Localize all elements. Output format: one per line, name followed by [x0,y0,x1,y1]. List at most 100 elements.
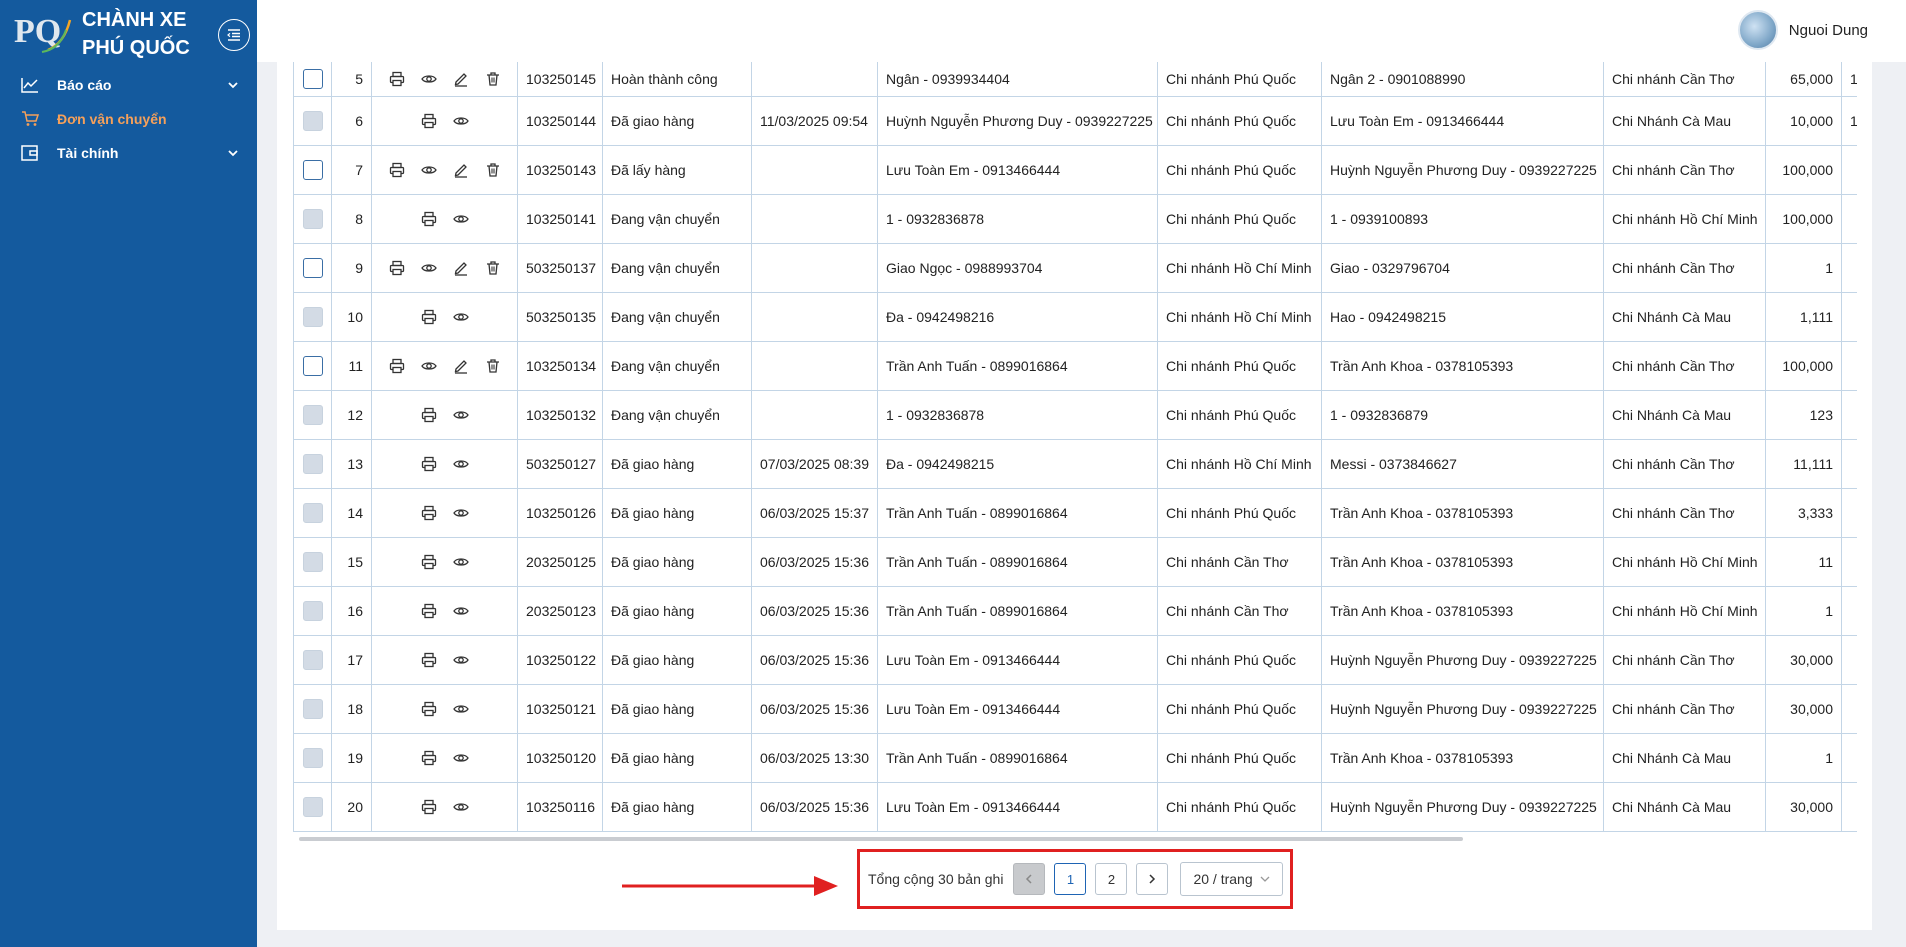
cell-code: 203250125 [517,537,603,587]
view-icon[interactable] [452,407,469,423]
row-checkbox[interactable] [302,68,323,89]
view-icon[interactable] [452,554,469,570]
table-row[interactable]: 18 103250121 Đã giao hàng 06/03/2025 15:36 L… [293,684,1857,734]
view-icon[interactable] [420,358,437,374]
cell-date [751,145,878,195]
print-icon[interactable] [389,260,405,276]
table-row[interactable]: 7 103250143 Đã lấy hàng Lưu Toàn Em - 09134… [293,145,1857,195]
page-2-button[interactable]: 2 [1095,863,1128,895]
print-icon[interactable] [421,456,437,472]
cell-amount: 1 [1765,733,1842,783]
delete-icon[interactable] [485,162,501,178]
table-row[interactable]: 14 103250126 Đã giao hàng 06/03/2025 15:37 T… [293,488,1857,538]
sidebar-item-bao-cao[interactable]: Báo cáo [0,68,257,102]
user-menu[interactable]: Nguoi Dung [1737,10,1868,50]
next-page-button[interactable] [1136,863,1169,895]
cell-select [293,341,332,391]
view-icon[interactable] [452,505,469,521]
view-icon[interactable] [452,456,469,472]
row-checkbox[interactable] [302,355,323,376]
cell-date: 11/03/2025 09:54 [751,96,878,146]
row-checkbox[interactable] [302,257,323,278]
view-icon[interactable] [452,750,469,766]
edit-icon[interactable] [453,260,469,276]
view-icon[interactable] [452,309,469,325]
cell-status: Đã giao hàng [602,96,752,146]
view-icon[interactable] [420,71,437,87]
cell-amount: 1,111 [1765,292,1842,342]
print-icon[interactable] [421,554,437,570]
cell-select [293,488,332,538]
row-checkbox[interactable] [302,159,323,180]
view-icon[interactable] [420,162,437,178]
table-row[interactable]: 5 103250145 Hoàn thành công Ngân - 09399344… [293,62,1857,97]
table-row[interactable]: 19 103250120 Đã giao hàng 06/03/2025 13:30 T… [293,733,1857,783]
view-icon[interactable] [452,603,469,619]
edit-icon[interactable] [453,71,469,87]
table-row[interactable]: 10 503250135 Đang vận chuyển Đa - 094249821… [293,292,1857,342]
delete-icon[interactable] [485,71,501,87]
cell-status: Đã lấy hàng [602,145,752,195]
table-row[interactable]: 8 103250141 Đang vận chuyển 1 - 0932836878 C… [293,194,1857,244]
table-row[interactable]: 6 103250144 Đã giao hàng 11/03/2025 09:54 Hu… [293,96,1857,146]
print-icon[interactable] [421,701,437,717]
edit-icon[interactable] [453,162,469,178]
view-icon[interactable] [420,260,437,276]
table-row[interactable]: 20 103250116 Đã giao hàng 06/03/2025 15:36 L… [293,782,1857,832]
print-icon[interactable] [421,799,437,815]
cell-index: 5 [331,62,372,97]
sidebar-item-don-van-chuyen[interactable]: Đơn vận chuyển [0,102,257,136]
edit-icon[interactable] [453,358,469,374]
cell-receiver: 1 - 0939100893 [1321,194,1604,244]
print-icon[interactable] [389,71,405,87]
horizontal-scrollbar[interactable] [299,837,1463,841]
view-icon[interactable] [452,652,469,668]
print-icon[interactable] [421,505,437,521]
collapse-menu-button[interactable] [218,19,250,51]
delete-icon[interactable] [485,358,501,374]
table-row[interactable]: 16 203250123 Đã giao hàng 06/03/2025 15:36 T… [293,586,1857,636]
print-icon[interactable] [389,358,405,374]
table-row[interactable]: 11 103250134 Đang vận chuyển Trần Anh Tuấn … [293,341,1857,391]
cell-select [293,194,332,244]
chevron-down-icon [228,150,238,157]
table-row[interactable]: 13 503250127 Đã giao hàng 07/03/2025 08:39 Đ… [293,439,1857,489]
print-icon[interactable] [421,309,437,325]
view-icon[interactable] [452,701,469,717]
orders-table[interactable]: 5 103250145 Hoàn thành công Ngân - 09399344… [293,62,1857,848]
cell-receiver: 1 - 0932836879 [1321,390,1604,440]
cell-amount: 1 [1765,586,1842,636]
print-icon[interactable] [421,750,437,766]
cell-index: 12 [331,390,372,440]
cell-code: 103250132 [517,390,603,440]
cell-status: Đang vận chuyển [602,341,752,391]
cell-to-branch: Chi Nhánh Cà Mau [1603,96,1766,146]
top-header: Nguoi Dung [257,0,1906,62]
table-row[interactable]: 9 503250137 Đang vận chuyển Giao Ngọc - 098… [293,243,1857,293]
cell-to-branch: Chi nhánh Cần Thơ [1603,145,1766,195]
cell-amount: 1 [1765,243,1842,293]
cell-actions [371,439,518,489]
print-icon[interactable] [421,211,437,227]
cell-date: 06/03/2025 15:36 [751,684,878,734]
view-icon[interactable] [452,799,469,815]
print-icon[interactable] [421,652,437,668]
delete-icon[interactable] [485,260,501,276]
cell-code: 503250135 [517,292,603,342]
print-icon[interactable] [421,603,437,619]
sidebar-item-tai-chinh[interactable]: Tài chính [0,136,257,170]
table-row[interactable]: 15 203250125 Đã giao hàng 06/03/2025 15:36 T… [293,537,1857,587]
view-icon[interactable] [452,113,469,129]
cell-extra [1841,537,1857,587]
prev-page-button[interactable] [1013,863,1046,895]
print-icon[interactable] [421,407,437,423]
table-row[interactable]: 12 103250132 Đang vận chuyển 1 - 0932836878… [293,390,1857,440]
page-1-button[interactable]: 1 [1054,863,1087,895]
print-icon[interactable] [389,162,405,178]
print-icon[interactable] [421,113,437,129]
table-row[interactable]: 17 103250122 Đã giao hàng 06/03/2025 15:36 L… [293,635,1857,685]
page-size-select[interactable]: 20 / trang [1180,862,1284,896]
brand[interactable]: PQ CHÀNH XE PHÚ QUỐC [10,4,250,59]
view-icon[interactable] [452,211,469,227]
cell-amount: 30,000 [1765,635,1842,685]
